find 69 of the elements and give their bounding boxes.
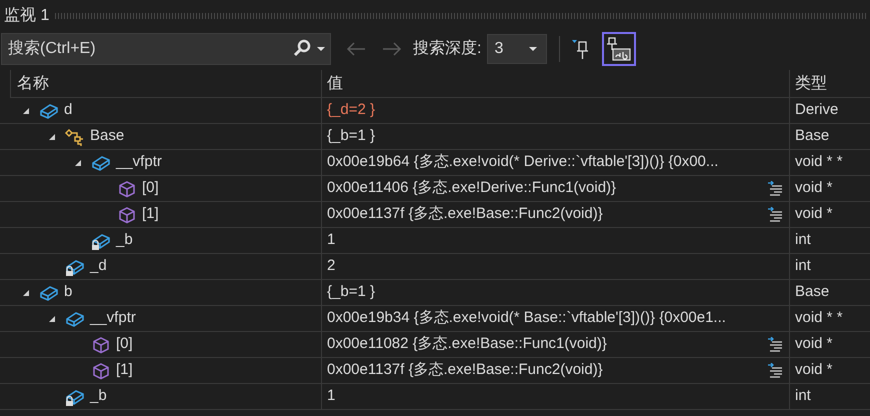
visualizer-icon[interactable] (765, 206, 783, 222)
search-box[interactable]: 搜索(Ctrl+E) (1, 33, 331, 65)
cube-icon (118, 206, 136, 224)
variable-value: 0x00e1137f {多态.exe!Base::Func2(void)} (327, 204, 604, 224)
object-icon (91, 154, 111, 172)
variable-type: void * * (795, 152, 843, 172)
variable-type: Base (795, 282, 830, 302)
variable-value: {_b=1 } (327, 126, 376, 146)
collapse-arrow-icon[interactable] (48, 314, 56, 322)
variable-type: void * (795, 360, 833, 380)
search-depth-dropdown[interactable]: 3 (487, 34, 548, 64)
variable-type: int (795, 386, 811, 406)
object-icon (39, 102, 59, 120)
object-icon (39, 284, 59, 302)
variable-value: 0x00e19b34 {多态.exe!void(* Base::`vftable'[3])()} {0x00e1... (327, 308, 727, 328)
column-header[interactable]: 值 (327, 72, 343, 96)
visualizer-icon[interactable] (765, 362, 783, 378)
variable-name: __vfptr (90, 308, 136, 328)
variable-type: int (795, 256, 811, 276)
class-hierarchy-icon (64, 126, 86, 146)
column-header[interactable]: 名称 (17, 72, 49, 96)
locked-field-icon (65, 258, 85, 276)
variable-name: [1] (142, 204, 159, 224)
variable-value: 0x00e11082 {多态.exe!Base::Func1(void)} (327, 334, 608, 354)
variable-name: Base (90, 126, 124, 146)
variable-name: _b (116, 230, 133, 250)
window-title: 监视 1 (4, 6, 50, 26)
search-field[interactable]: 搜索(Ctrl+E) (8, 37, 292, 61)
variable-type: void * (795, 204, 833, 224)
pin-ab-icon[interactable] (602, 32, 636, 66)
variable-type: int (795, 230, 811, 250)
variable-type: void * * (795, 308, 843, 328)
variable-value: 0x00e1137f {多态.exe!Base::Func2(void)} (327, 360, 604, 380)
variable-name: __vfptr (116, 152, 162, 172)
collapse-arrow-icon[interactable] (22, 288, 30, 296)
variable-value: 0x00e19b64 {多态.exe!void(* Derive::`vftable'[3])()} {0x00... (327, 152, 720, 172)
collapse-arrow-icon[interactable] (48, 132, 56, 140)
locked-field-icon (65, 388, 85, 406)
cube-icon (118, 180, 136, 198)
variable-type: void * (795, 178, 833, 198)
variable-name: [0] (116, 334, 133, 354)
variable-name: [1] (116, 360, 133, 380)
variable-type: void * (795, 334, 833, 354)
column-header[interactable]: 类型 (795, 72, 827, 96)
search-icon[interactable] (292, 39, 312, 59)
collapse-arrow-icon[interactable] (74, 158, 82, 166)
collapse-arrow-icon[interactable] (22, 106, 30, 114)
variable-type: Base (795, 126, 830, 146)
cube-icon (92, 362, 110, 380)
locked-field-icon (91, 232, 111, 250)
variable-value: 0x00e11406 {多态.exe!Derive::Func1(void)} (327, 178, 618, 198)
visualizer-icon[interactable] (765, 180, 783, 196)
search-depth-label: 搜索深度: (413, 38, 482, 59)
variable-name: [0] (142, 178, 159, 198)
variable-name: d (64, 100, 72, 120)
variable-value: 1 (327, 386, 336, 406)
object-icon (65, 310, 85, 328)
cube-icon (92, 336, 110, 354)
visualizer-icon[interactable] (765, 336, 783, 352)
variable-value: 2 (327, 256, 336, 276)
variable-value: 1 (327, 230, 336, 250)
dropdown-caret-icon[interactable] (528, 46, 538, 52)
variable-name: b (64, 282, 72, 302)
variable-value: {_d=2 } (327, 100, 376, 120)
variable-type: Derive (795, 100, 838, 120)
dropdown-caret-icon[interactable] (316, 46, 326, 52)
variable-name: _b (90, 386, 107, 406)
variable-value: {_b=1 } (327, 282, 376, 302)
variable-name: _d (90, 256, 107, 276)
